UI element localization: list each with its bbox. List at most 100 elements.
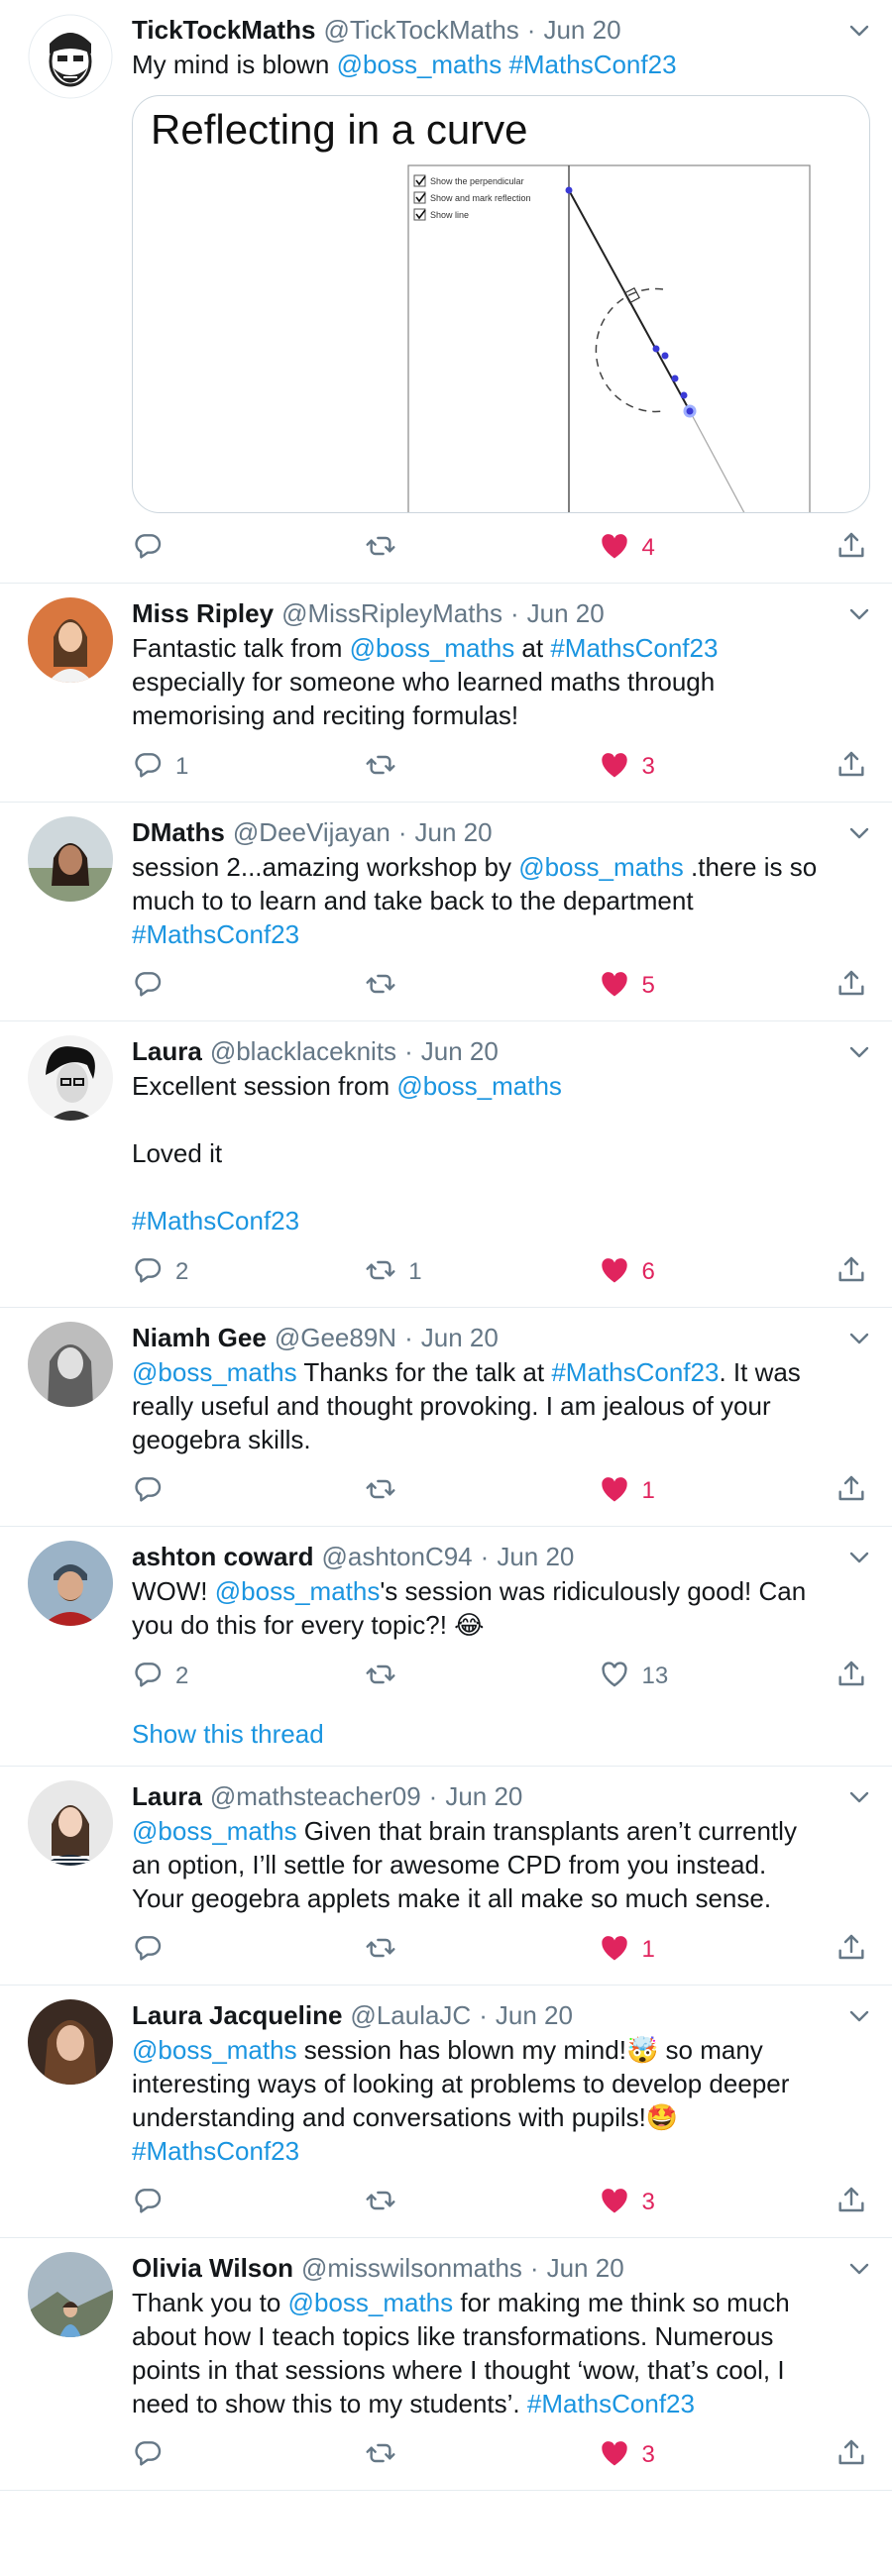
retweet-button[interactable]	[365, 747, 598, 787]
tweet-date[interactable]: Jun 20	[547, 2252, 624, 2284]
share-button[interactable]	[829, 1930, 867, 1970]
like-button[interactable]: 4	[599, 528, 829, 568]
share-button[interactable]	[829, 966, 867, 1006]
avatar[interactable]	[28, 1999, 113, 2085]
tweet[interactable]: Laura Jacqueline @LaulaJC · Jun 20 @boss_mat…	[0, 1986, 892, 2238]
reply-button[interactable]: 1	[132, 747, 365, 787]
checkbox-label[interactable]: Show the perpendicular	[430, 176, 524, 186]
avatar[interactable]	[28, 816, 113, 902]
tweet-date[interactable]: Jun 20	[497, 1541, 574, 1572]
retweet-button[interactable]	[365, 1930, 598, 1970]
reply-button[interactable]	[132, 528, 365, 568]
display-name[interactable]: TickTockMaths	[132, 14, 315, 46]
retweet-button[interactable]	[365, 528, 598, 568]
tweet[interactable]: ashton coward @ashtonC94 · Jun 20 WOW! @boss…	[0, 1527, 892, 1767]
tweet[interactable]: Laura @blacklaceknits · Jun 20 Excellent ses…	[0, 1021, 892, 1308]
tweet-date[interactable]: Jun 20	[421, 1035, 499, 1067]
avatar[interactable]	[28, 1322, 113, 1407]
avatar[interactable]	[28, 1035, 113, 1121]
tweet-date[interactable]: Jun 20	[496, 1999, 573, 2031]
like-button[interactable]: 6	[599, 1252, 829, 1292]
user-handle[interactable]: @mathsteacher09	[210, 1780, 421, 1812]
display-name[interactable]: Laura Jacqueline	[132, 1999, 342, 2031]
chevron-down-icon[interactable]	[844, 1545, 874, 1570]
reply-button[interactable]: 2	[132, 1252, 365, 1292]
retweet-button[interactable]	[365, 2435, 598, 2475]
checkbox-label[interactable]: Show line	[430, 210, 469, 220]
tweet-date[interactable]: Jun 20	[543, 14, 620, 46]
display-name[interactable]: Olivia Wilson	[132, 2252, 293, 2284]
share-button[interactable]	[829, 2435, 867, 2475]
avatar[interactable]	[28, 2252, 113, 2337]
avatar[interactable]	[28, 14, 113, 99]
chevron-down-icon[interactable]	[844, 820, 874, 846]
tweet-date[interactable]: Jun 20	[421, 1322, 499, 1353]
tweet[interactable]: Miss Ripley @MissRipleyMaths · Jun 20 Fantas…	[0, 584, 892, 803]
display-name[interactable]: Niamh Gee	[132, 1322, 267, 1353]
chevron-down-icon[interactable]	[844, 18, 874, 44]
tweet[interactable]: DMaths @DeeVijayan · Jun 20 session 2...amaz…	[0, 803, 892, 1021]
chevron-down-icon[interactable]	[844, 2003, 874, 2029]
tweet-link[interactable]: #MathsConf23	[527, 2389, 695, 2418]
retweet-button[interactable]	[365, 2183, 598, 2222]
display-name[interactable]: ashton coward	[132, 1541, 313, 1572]
tweet-link[interactable]: @boss_maths	[288, 2288, 454, 2317]
chevron-down-icon[interactable]	[844, 2256, 874, 2282]
avatar[interactable]	[28, 1780, 113, 1866]
like-button[interactable]: 1	[599, 1471, 829, 1511]
display-name[interactable]: Laura	[132, 1780, 202, 1812]
retweet-button[interactable]	[365, 1471, 598, 1511]
reply-button[interactable]: 2	[132, 1657, 365, 1696]
avatar[interactable]	[28, 597, 113, 683]
tweet-link[interactable]: @boss_maths	[396, 1071, 562, 1101]
chevron-down-icon[interactable]	[844, 601, 874, 627]
tweet-link[interactable]: #MathsConf23	[551, 1357, 719, 1387]
tweet-link[interactable]: #MathsConf23	[132, 919, 299, 949]
reply-button[interactable]	[132, 2183, 365, 2222]
like-button[interactable]: 3	[599, 2435, 829, 2475]
display-name[interactable]: Miss Ripley	[132, 597, 274, 629]
tweet-date[interactable]: Jun 20	[445, 1780, 522, 1812]
share-button[interactable]	[829, 1252, 867, 1292]
tweet-link[interactable]: @boss_maths	[518, 852, 684, 882]
like-button[interactable]: 1	[599, 1930, 829, 1970]
tweet-date[interactable]: Jun 20	[527, 597, 605, 629]
tweet-link[interactable]: @boss_maths	[132, 1357, 297, 1387]
share-button[interactable]	[829, 528, 867, 568]
user-handle[interactable]: @ashtonC94	[321, 1541, 472, 1572]
like-button[interactable]: 13	[599, 1657, 829, 1696]
retweet-button[interactable]	[365, 966, 598, 1006]
reply-button[interactable]	[132, 1471, 365, 1511]
user-handle[interactable]: @misswilsonmaths	[301, 2252, 522, 2284]
retweet-button[interactable]	[365, 1657, 598, 1696]
reply-button[interactable]	[132, 966, 365, 1006]
share-button[interactable]	[829, 2183, 867, 2222]
avatar[interactable]	[28, 1541, 113, 1626]
user-handle[interactable]: @TickTockMaths	[323, 14, 518, 46]
checkbox-label[interactable]: Show and mark reflection	[430, 193, 531, 203]
tweet-link[interactable]: @boss_maths	[132, 1816, 297, 1846]
share-button[interactable]	[829, 747, 867, 787]
like-button[interactable]: 3	[599, 2183, 829, 2222]
share-button[interactable]	[829, 1657, 867, 1696]
like-button[interactable]: 5	[599, 966, 829, 1006]
tweet[interactable]: Niamh Gee @Gee89N · Jun 20 @boss_maths Thank…	[0, 1308, 892, 1527]
display-name[interactable]: Laura	[132, 1035, 202, 1067]
reply-button[interactable]	[132, 1930, 365, 1970]
user-handle[interactable]: @DeeVijayan	[233, 816, 390, 848]
tweet-link[interactable]: @boss_maths	[215, 1576, 381, 1606]
like-button[interactable]: 3	[599, 747, 829, 787]
user-handle[interactable]: @blacklaceknits	[210, 1035, 396, 1067]
tweet-link[interactable]: #MathsConf23	[550, 633, 718, 663]
chevron-down-icon[interactable]	[844, 1784, 874, 1810]
tweet-date[interactable]: Jun 20	[414, 816, 492, 848]
tweet-link[interactable]: @boss_maths	[132, 2035, 297, 2065]
tweet-link[interactable]: @boss_maths	[350, 633, 515, 663]
tweet-link[interactable]: #MathsConf23	[132, 2136, 299, 2166]
retweet-button[interactable]: 1	[365, 1252, 598, 1292]
tweet-link[interactable]: #MathsConf23	[508, 50, 676, 79]
tweet-link[interactable]: #MathsConf23	[132, 1206, 299, 1235]
tweet[interactable]: TickTockMaths @TickTockMaths · Jun 20 My min…	[0, 0, 892, 584]
user-handle[interactable]: @MissRipleyMaths	[281, 597, 502, 629]
share-button[interactable]	[829, 1471, 867, 1511]
